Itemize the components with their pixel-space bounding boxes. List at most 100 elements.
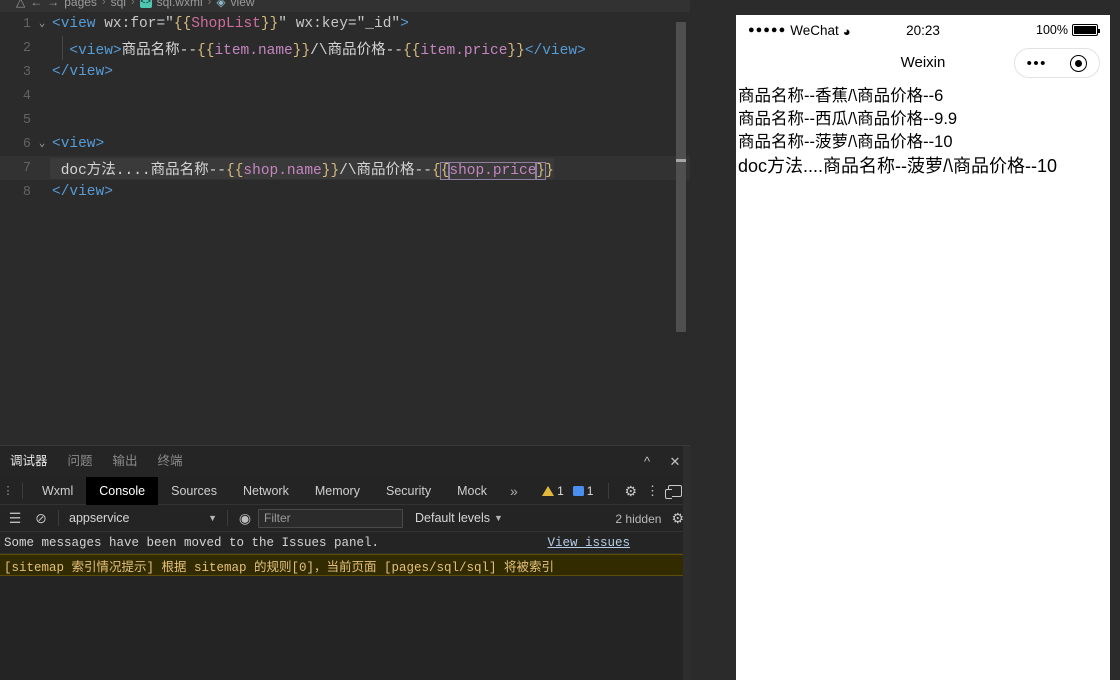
code-line[interactable]: 7 doc方法....商品名称--{{shop.name}}/\商品价格--{{… xyxy=(0,156,690,180)
code-token: {{ xyxy=(226,162,244,179)
devtools-tab-sources[interactable]: Sources xyxy=(158,477,230,505)
console-filter-input[interactable]: Filter xyxy=(258,508,403,528)
devtools-tab-strip: ⋮ Wxml Console Sources Network Memory Securit… xyxy=(0,476,690,505)
breadcrumb-item-file[interactable]: sql.wxml xyxy=(157,0,203,8)
code-token: {{ xyxy=(402,42,421,59)
code-line[interactable]: 5 xyxy=(0,108,690,132)
code-line[interactable]: 3 </view> xyxy=(0,60,690,84)
message-square-icon xyxy=(572,486,584,496)
code-text: <view wx:for="{{ShopList}}" wx:key="_id"… xyxy=(50,16,409,32)
page-text-line: 商品名称--香蕉/\商品价格--6 xyxy=(738,87,944,105)
code-line[interactable]: 1 ⌄ <view wx:for="{{ShopList}}" wx:key="_i… xyxy=(0,12,690,36)
devtools-overflow-icon[interactable]: » xyxy=(500,477,528,505)
devtools-tab-security[interactable]: Security xyxy=(373,477,444,505)
more-dots-icon[interactable]: ••• xyxy=(1027,56,1047,71)
breadcrumb[interactable]: △ ← → pages › sql › <> sql.wxml › ◈ view xyxy=(0,0,690,12)
code-token: }} xyxy=(507,42,525,59)
code-text: </view> xyxy=(50,64,113,80)
divider xyxy=(58,510,59,526)
breadcrumb-item-pages[interactable]: pages xyxy=(64,0,97,8)
console-levels-select[interactable]: Default levels ▼ xyxy=(415,511,503,525)
warning-count: 1 xyxy=(557,484,564,498)
divider xyxy=(22,482,23,499)
breadcrumb-item-view[interactable]: view xyxy=(231,0,255,8)
dock-side-icon[interactable] xyxy=(665,485,682,499)
page-text-line: 商品名称--西瓜/\商品价格--9.9 xyxy=(738,110,958,128)
fold-chevron-icon[interactable]: ⌄ xyxy=(34,12,50,36)
code-token: }} xyxy=(260,16,279,32)
code-token: {{ xyxy=(197,42,215,59)
chevron-down-icon: ▼ xyxy=(494,513,503,523)
console-context-select[interactable]: appservice ▼ xyxy=(63,511,223,525)
chevron-up-icon[interactable]: ^ xyxy=(640,454,654,469)
code-token: </view> xyxy=(52,184,113,200)
indent-guide xyxy=(62,36,63,60)
code-line[interactable]: 2 <view>商品名称--{{item.name}}/\商品价格--{{ite… xyxy=(0,36,690,60)
simulator-column: ●●●●● WeChat ◕ 20:23 100% Weixin ••• 商品名… xyxy=(690,0,1120,680)
code-editor[interactable]: 1 ⌄ <view wx:for="{{ShopList}}" wx:key="_i… xyxy=(0,12,690,445)
code-line[interactable]: 4 xyxy=(0,84,690,108)
forward-arrow-icon[interactable]: → xyxy=(47,0,59,8)
message-badge[interactable]: 1 xyxy=(572,484,593,498)
kebab-menu-icon[interactable]: ⋮ xyxy=(646,483,659,499)
console-scrollbar[interactable] xyxy=(683,446,690,680)
warning-badge[interactable]: 1 xyxy=(542,484,564,498)
console-warning-message[interactable]: [sitemap 索引情况提示] 根据 sitemap 的规则[0]，当前页面 … xyxy=(0,554,690,576)
devtools-tab-memory[interactable]: Memory xyxy=(302,477,373,505)
fold-chevron-icon[interactable]: ⌄ xyxy=(34,132,50,156)
phone-simulator[interactable]: ●●●●● WeChat ◕ 20:23 100% Weixin ••• 商品名… xyxy=(736,15,1110,680)
phone-status-bar: ●●●●● WeChat ◕ 20:23 100% xyxy=(736,15,1110,45)
console-output[interactable]: Some messages have been moved to the Iss… xyxy=(0,532,690,680)
devtools-tab-wxml[interactable]: Wxml xyxy=(29,477,86,505)
code-token: wx:for xyxy=(104,16,157,32)
line-number: 1 xyxy=(22,16,31,32)
breadcrumb-item-sql[interactable]: sql xyxy=(111,0,126,8)
panel-tab-item[interactable]: 终端 xyxy=(148,446,193,477)
devtools-tab-mock[interactable]: Mock xyxy=(444,477,500,505)
live-expression-icon[interactable]: ◉ xyxy=(232,510,258,527)
panel-tab-item[interactable]: 输出 xyxy=(103,446,148,477)
code-token: <view xyxy=(52,16,105,32)
clear-console-icon[interactable]: ⊘ xyxy=(28,510,54,527)
phone-nav-bar: Weixin ••• xyxy=(736,45,1110,79)
code-token: item.name xyxy=(214,42,293,59)
code-token: "_id" xyxy=(356,16,401,32)
line-number: 2 xyxy=(22,40,31,56)
divider xyxy=(227,510,228,526)
code-token: > xyxy=(400,16,409,32)
code-token: {{ xyxy=(173,16,192,32)
close-target-icon[interactable] xyxy=(1070,54,1088,72)
sidebar-toggle-icon[interactable]: ☰ xyxy=(2,510,28,527)
code-token: doc方法....商品名称-- xyxy=(52,162,227,179)
devtools-panel: 调试器 问题 输出 终端 ^ ✕ ⋮ Wxml Console Sources Networ… xyxy=(0,445,690,680)
devtools-tab-console[interactable]: Console xyxy=(86,476,159,505)
code-text: </view> xyxy=(50,184,113,200)
panel-tab-item[interactable]: 问题 xyxy=(58,446,103,477)
wechat-devtools-logo-icon: △ xyxy=(16,0,26,9)
editor-scrollbar-track[interactable] xyxy=(676,12,688,445)
panel-tab-active[interactable]: 调试器 xyxy=(0,446,58,478)
devtools-menu-icon[interactable]: ⋮ xyxy=(0,484,16,497)
miniprogram-capsule[interactable]: ••• xyxy=(1014,48,1100,78)
devtools-tab-network[interactable]: Network xyxy=(230,477,302,505)
gear-icon[interactable]: ⚙ xyxy=(624,483,637,500)
code-token: } xyxy=(545,162,554,179)
page-text-line: doc方法....商品名称--菠萝/\商品价格--10 xyxy=(738,156,1058,176)
code-lines[interactable]: 1 ⌄ <view wx:for="{{ShopList}}" wx:key="_i… xyxy=(0,12,690,204)
close-icon[interactable]: ✕ xyxy=(668,454,682,470)
console-info-message[interactable]: Some messages have been moved to the Iss… xyxy=(0,532,690,554)
view-issues-link[interactable]: View issues xyxy=(547,536,630,550)
line-number: 4 xyxy=(22,88,31,104)
code-token: " xyxy=(278,16,287,32)
console-filter-toolbar: ☰ ⊘ appservice ▼ ◉ Filter Default levels… xyxy=(0,505,690,532)
line-number: 6 xyxy=(22,136,31,152)
breadcrumb-separator: › xyxy=(207,0,212,8)
code-line[interactable]: 6 ⌄ <view> xyxy=(0,132,690,156)
back-arrow-icon[interactable]: ← xyxy=(30,0,42,8)
editor-scrollbar-thumb[interactable] xyxy=(676,22,686,332)
editor-scrollbar-marker xyxy=(676,159,686,162)
console-message-text: Some messages have been moved to the Iss… xyxy=(4,535,380,550)
code-token: shop.name xyxy=(243,162,322,179)
code-line[interactable]: 8 </view> xyxy=(0,180,690,204)
breadcrumb-separator: › xyxy=(101,0,106,8)
